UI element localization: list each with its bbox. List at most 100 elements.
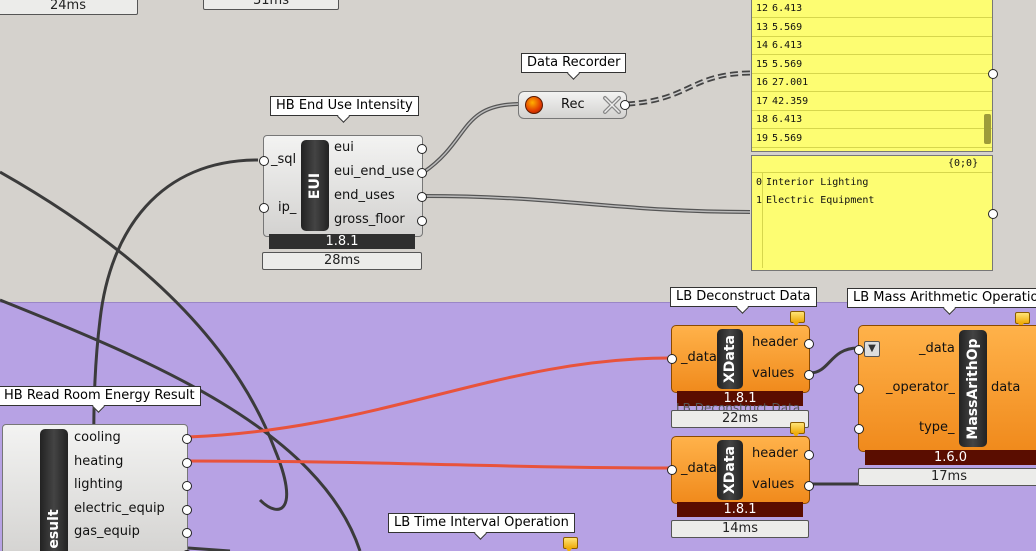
hb-eui-component[interactable]: _sql ip_ EUI eui eui_end_use end_uses gr… bbox=[259, 135, 427, 237]
data-recorder-component[interactable]: Rec bbox=[518, 91, 630, 119]
timing-bar: 28ms bbox=[262, 252, 422, 270]
input-label-ip: ip_ bbox=[278, 200, 297, 215]
output-label-data: data bbox=[991, 380, 1021, 395]
component-badge: XData bbox=[717, 440, 743, 500]
output-port[interactable] bbox=[182, 528, 192, 538]
panel-row-index: 17 bbox=[756, 95, 769, 107]
panel-row-index: 15 bbox=[756, 58, 769, 70]
panel-row-value: Interior Lighting bbox=[766, 177, 869, 188]
panel-row: 1 Electric Equipment bbox=[756, 192, 874, 210]
version-bar: 1.8.1 bbox=[677, 502, 803, 517]
input-label-data: _data bbox=[681, 350, 717, 365]
output-port[interactable] bbox=[182, 434, 192, 444]
message-indicator[interactable] bbox=[790, 422, 805, 438]
wire-values-to-massarith bbox=[809, 346, 859, 375]
component-title: LB Deconstruct Data bbox=[670, 287, 817, 307]
record-toggle-icon[interactable] bbox=[525, 96, 543, 114]
panel-row-value: 6.413 bbox=[772, 3, 803, 14]
output-label-end-uses: end_uses bbox=[334, 188, 395, 203]
output-label-values: values bbox=[752, 477, 795, 492]
input-port[interactable] bbox=[667, 354, 677, 364]
panel-row-index: 19 bbox=[756, 132, 769, 144]
grasshopper-canvas[interactable]: 24ms 31ms HB End Use Intensity _sql ip_ … bbox=[0, 0, 1036, 551]
message-indicator[interactable] bbox=[790, 311, 805, 327]
input-port[interactable] bbox=[854, 424, 864, 434]
output-port[interactable] bbox=[417, 192, 427, 202]
panel-row-value: 5.569 bbox=[772, 58, 803, 70]
output-label-values: values bbox=[752, 366, 795, 381]
output-port[interactable] bbox=[182, 458, 192, 468]
output-port[interactable] bbox=[804, 370, 814, 380]
component-title: LB Time Interval Operation bbox=[388, 513, 575, 533]
input-port[interactable] bbox=[854, 384, 864, 394]
panel-row-index: 13 bbox=[756, 21, 769, 33]
output-port[interactable] bbox=[804, 450, 814, 460]
panel-output-port[interactable] bbox=[988, 209, 998, 219]
panel-row: 15 5.569 bbox=[756, 56, 802, 74]
wire-eui-to-rec bbox=[422, 102, 519, 174]
timing-bar: 31ms bbox=[203, 0, 339, 10]
hb-read-energy-component[interactable]: esult cooling heating lighting electric_… bbox=[2, 424, 192, 551]
component-badge: XData bbox=[717, 329, 743, 389]
panel-row-value: 27.001 bbox=[772, 77, 809, 88]
output-port[interactable] bbox=[182, 481, 192, 491]
panel-scrollbar[interactable] bbox=[984, 114, 991, 144]
output-label-lighting: lighting bbox=[74, 477, 123, 492]
panel-row: 13 5.569 bbox=[756, 19, 802, 37]
panel-row: 12 6.413 bbox=[756, 0, 802, 18]
panel-row: 18 6.413 bbox=[756, 111, 802, 129]
wire-heating-to-xdata2 bbox=[187, 459, 671, 470]
output-label-header: header bbox=[752, 446, 798, 461]
output-label-electric-equip: electric_equip bbox=[74, 501, 165, 516]
message-indicator[interactable] bbox=[1015, 312, 1030, 328]
output-port[interactable] bbox=[804, 339, 814, 349]
timing-bar: 17ms bbox=[858, 468, 1036, 486]
xdata-component[interactable]: _data XData header values bbox=[667, 436, 814, 504]
record-label: Rec bbox=[561, 97, 585, 112]
input-port[interactable] bbox=[259, 156, 269, 166]
panel-row: 16 27.001 bbox=[756, 74, 808, 92]
version-bar: 1.8.1 bbox=[269, 234, 415, 249]
output-label-cooling: cooling bbox=[74, 430, 121, 445]
component-badge: EUI bbox=[301, 140, 329, 231]
xdata-component[interactable]: _data XData header values bbox=[667, 325, 814, 393]
panel-row-value: 5.569 bbox=[772, 132, 803, 144]
output-port[interactable] bbox=[620, 100, 630, 110]
panel-output-port[interactable] bbox=[988, 69, 998, 79]
panel-row: 0 Interior Lighting bbox=[756, 174, 868, 192]
output-port[interactable] bbox=[417, 144, 427, 154]
input-label-sql: _sql bbox=[271, 152, 297, 167]
panel-row-value: 42.359 bbox=[772, 95, 809, 107]
panel-row: 17 42.359 bbox=[756, 93, 808, 111]
input-label-operator: _operator_ bbox=[886, 380, 955, 395]
version-bar: 1.6.0 bbox=[865, 450, 1036, 465]
input-port[interactable] bbox=[259, 203, 269, 213]
timing-bar: 24ms bbox=[0, 0, 138, 15]
input-label-data: _data bbox=[919, 341, 955, 356]
output-port[interactable] bbox=[417, 168, 427, 178]
panel-row-index: 14 bbox=[756, 40, 769, 51]
output-port[interactable] bbox=[417, 216, 427, 226]
output-label-gross-floor: gross_floor bbox=[334, 212, 405, 227]
output-port[interactable] bbox=[182, 505, 192, 515]
input-port[interactable] bbox=[854, 345, 864, 355]
end-uses-panel[interactable]: {0;0} 0 Interior Lighting 1 Electric Equipm… bbox=[751, 155, 993, 271]
output-port[interactable] bbox=[804, 481, 814, 491]
output-label-eui-end-use: eui_end_use bbox=[334, 164, 415, 179]
input-label-type: type_ bbox=[919, 420, 955, 435]
panel-path: {0;0} bbox=[948, 158, 979, 169]
output-label-gas-equip: gas_equip bbox=[74, 524, 140, 539]
value-panel[interactable]: 12 6.413 13 5.569 14 6.413 15 5.569 16 27.001 17 42… bbox=[751, 0, 993, 152]
panel-row: 14 6.413 bbox=[756, 37, 802, 55]
panel-row-index: 18 bbox=[756, 114, 769, 125]
component-title: Data Recorder bbox=[521, 53, 627, 73]
input-port[interactable] bbox=[667, 465, 677, 475]
message-indicator[interactable] bbox=[563, 537, 578, 551]
input-label-data: _data bbox=[681, 461, 717, 476]
arrow-down-icon[interactable]: ▼ bbox=[864, 341, 880, 357]
mass-arithmetic-component[interactable]: ▼ _data _operator_ type_ MassArithOp dat… bbox=[854, 325, 1036, 452]
timing-bar: 22ms bbox=[671, 410, 809, 428]
panel-row-value: 6.413 bbox=[772, 40, 803, 51]
component-title: LB Mass Arithmetic Operation bbox=[847, 288, 1036, 308]
panel-row-index: 16 bbox=[756, 77, 769, 88]
